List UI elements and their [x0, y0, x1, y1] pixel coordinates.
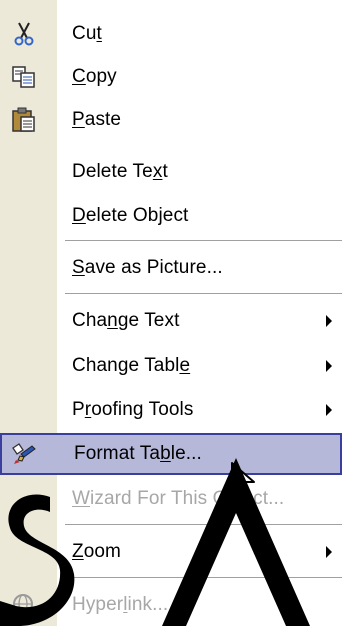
- menu-item-label: Proofing Tools: [72, 399, 194, 420]
- menu-item-label: Cut: [72, 23, 102, 44]
- menu-item-label: Format Table...: [74, 443, 202, 464]
- menu-item-label: Delete Object: [72, 205, 189, 226]
- menu-item-change-text[interactable]: Change Text: [0, 300, 342, 342]
- menu-item-label: Hyperlink...: [72, 594, 169, 615]
- submenu-arrow-icon: [326, 315, 332, 327]
- menu-item-zoom[interactable]: Zoom: [0, 531, 342, 573]
- menu-item-wizard[interactable]: Wizard For This Object...: [0, 478, 342, 520]
- menu-item-delete-object[interactable]: Delete Object: [0, 195, 342, 237]
- menu-separator: [65, 524, 342, 526]
- menu-item-format-table[interactable]: Format Table...: [0, 433, 342, 475]
- menu-item-save-as-picture[interactable]: Save as Picture...: [0, 247, 342, 289]
- submenu-arrow-icon: [326, 404, 332, 416]
- menu-item-label: Change Text: [72, 310, 180, 331]
- paste-icon: [10, 106, 38, 134]
- menu-separator: [65, 293, 342, 295]
- menu-item-label: Paste: [72, 109, 122, 130]
- menu-item-delete-text[interactable]: Delete Text: [0, 151, 342, 193]
- scissors-icon: [10, 20, 38, 48]
- copy-icon: [10, 63, 38, 91]
- menu-separator: [65, 577, 342, 579]
- menu-separator: [65, 240, 342, 242]
- menu-item-cut[interactable]: Cut: [0, 13, 342, 55]
- menu-item-label: Delete Text: [72, 161, 168, 182]
- submenu-arrow-icon: [326, 360, 332, 372]
- context-menu: Cut Copy Paste Delete Text Delete Object…: [0, 0, 342, 626]
- menu-item-hyperlink[interactable]: Hyperlink...: [0, 584, 342, 626]
- menu-item-copy[interactable]: Copy: [0, 56, 342, 98]
- menu-item-label: Change Table: [72, 355, 191, 376]
- hyperlink-icon: [10, 591, 38, 619]
- menu-item-label: Save as Picture...: [72, 257, 223, 278]
- menu-item-label: Copy: [72, 66, 117, 87]
- menu-item-paste[interactable]: Paste: [0, 99, 342, 141]
- menu-item-proofing-tools[interactable]: Proofing Tools: [0, 389, 342, 431]
- menu-item-label: Zoom: [72, 541, 121, 562]
- menu-item-change-table[interactable]: Change Table: [0, 345, 342, 387]
- mouse-pointer-icon: [230, 461, 260, 508]
- format-table-icon: [10, 440, 38, 468]
- submenu-arrow-icon: [326, 546, 332, 558]
